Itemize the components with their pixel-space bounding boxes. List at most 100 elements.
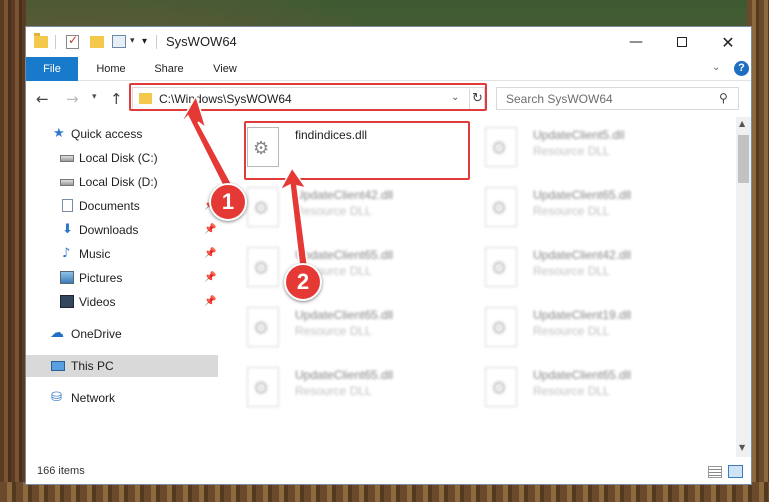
sidebar-item-documents[interactable]: Documents 📌 — [26, 195, 218, 217]
sidebar-item-label: OneDrive — [71, 327, 122, 341]
properties-icon[interactable] — [112, 35, 126, 48]
file-item[interactable]: UpdateClient65.dll Resource DLL — [459, 183, 689, 237]
tab-home[interactable]: Home — [86, 57, 136, 81]
file-type: Resource DLL — [533, 324, 610, 338]
sidebar-item-videos[interactable]: Videos 📌 — [26, 291, 218, 313]
tab-view[interactable]: View — [202, 57, 248, 81]
file-item[interactable]: UpdateClient65.dll Resource DLL — [459, 363, 689, 417]
dll-file-icon — [485, 367, 517, 407]
sidebar-item-network[interactable]: ⛁ Network — [26, 387, 218, 409]
dll-file-icon — [485, 187, 517, 227]
search-icon[interactable]: ⚲ — [719, 91, 728, 105]
pin-icon: 📌 — [204, 248, 217, 259]
expand-ribbon-chevron-icon[interactable]: ⌄ — [712, 62, 720, 73]
sidebar-item-label: Local Disk (C:) — [79, 151, 158, 165]
maximize-button[interactable] — [659, 27, 705, 57]
dll-file-icon — [247, 247, 279, 287]
search-placeholder: Search SysWOW64 — [506, 92, 613, 106]
file-type: Resource DLL — [295, 384, 372, 398]
customize-dropdown-icon[interactable]: ▾ — [130, 35, 135, 51]
sidebar-item-label: Pictures — [79, 271, 123, 285]
disk-icon — [60, 155, 74, 162]
search-input[interactable]: Search SysWOW64 ⚲ — [496, 87, 739, 110]
quick-access-toolbar-chevron-icon[interactable]: ▾ — [142, 36, 147, 52]
tab-share[interactable]: Share — [144, 57, 194, 81]
sidebar-item-label: This PC — [71, 359, 114, 373]
help-button[interactable]: ? — [734, 61, 749, 76]
file-name: UpdateClient5.dll — [533, 128, 625, 142]
file-item[interactable]: UpdateClient42.dll Resource DLL — [459, 243, 689, 297]
disk-icon — [60, 179, 74, 186]
file-type: Resource DLL — [533, 384, 610, 398]
properties-check-icon[interactable] — [66, 33, 79, 49]
file-type: Resource DLL — [295, 324, 372, 338]
dll-file-icon — [247, 367, 279, 407]
file-name: UpdateClient65.dll — [533, 368, 632, 382]
tab-file[interactable]: File — [26, 57, 78, 81]
toolbar-divider — [55, 35, 56, 49]
sidebar-item-quick-access[interactable]: ★ Quick access — [26, 123, 218, 145]
file-highlight-box — [244, 121, 470, 180]
file-name: UpdateClient19.dll — [533, 308, 632, 322]
scroll-up-icon[interactable]: ▲ — [739, 119, 745, 128]
pin-icon: 📌 — [204, 224, 217, 235]
background-left — [0, 0, 26, 502]
sidebar-item-local-disk-c[interactable]: Local Disk (C:) — [26, 147, 218, 169]
scroll-down-icon[interactable]: ▼ — [739, 443, 745, 452]
sidebar-item-label: Downloads — [79, 223, 139, 237]
sidebar-item-label: Quick access — [71, 127, 143, 141]
close-button[interactable]: ✕ — [705, 27, 751, 57]
music-icon: ♪ — [62, 246, 71, 261]
file-name: UpdateClient65.dll — [295, 248, 394, 262]
step-1-badge: 1 — [209, 183, 247, 221]
sidebar-item-this-pc[interactable]: This PC — [26, 355, 218, 377]
sidebar-item-onedrive[interactable]: ☁ OneDrive — [26, 323, 218, 345]
folder-icon — [34, 33, 48, 48]
network-icon: ⛁ — [51, 390, 62, 405]
file-item[interactable]: UpdateClient42.dll Resource DLL — [221, 183, 451, 237]
pin-icon: 📌 — [204, 272, 217, 283]
background-bottom — [0, 482, 769, 502]
file-type: Resource DLL — [533, 264, 610, 278]
large-icons-view-icon[interactable] — [728, 465, 743, 478]
scrollbar-thumb[interactable] — [738, 135, 749, 183]
up-arrow-icon[interactable]: ↑ — [110, 90, 123, 108]
file-item[interactable]: UpdateClient65.dll Resource DLL — [221, 243, 451, 297]
file-item[interactable]: UpdateClient19.dll Resource DLL — [459, 303, 689, 357]
sidebar-item-local-disk-d[interactable]: Local Disk (D:) — [26, 171, 218, 193]
documents-icon — [62, 199, 73, 212]
dll-file-icon — [247, 187, 279, 227]
recent-locations-chevron-icon[interactable]: ▾ — [92, 92, 97, 102]
file-item[interactable]: UpdateClient65.dll Resource DLL — [221, 303, 451, 357]
file-name: UpdateClient42.dll — [295, 188, 394, 202]
new-folder-icon[interactable] — [90, 36, 104, 48]
sidebar-item-label: Music — [79, 247, 111, 261]
sidebar-item-music[interactable]: ♪ Music 📌 — [26, 243, 218, 265]
file-item[interactable]: UpdateClient65.dll Resource DLL — [221, 363, 451, 417]
vertical-scrollbar[interactable]: ▲ ▼ — [736, 117, 751, 457]
toolbar-divider — [156, 35, 157, 49]
sidebar-item-label: Documents — [79, 199, 140, 213]
details-view-icon[interactable] — [708, 466, 722, 478]
sidebar-item-downloads[interactable]: ⬇ Downloads 📌 — [26, 219, 218, 241]
step-2-badge: 2 — [284, 263, 322, 301]
dll-file-icon — [485, 247, 517, 287]
file-name: UpdateClient42.dll — [533, 248, 632, 262]
item-count: 166 items — [37, 465, 85, 477]
download-icon: ⬇ — [62, 222, 73, 237]
onedrive-icon: ☁ — [50, 325, 64, 341]
dll-file-icon — [485, 127, 517, 167]
pictures-icon — [60, 271, 74, 284]
pc-icon — [51, 361, 65, 371]
file-type: Resource DLL — [295, 204, 372, 218]
videos-icon — [60, 295, 74, 308]
sidebar-item-label: Videos — [79, 295, 116, 309]
sidebar-item-pictures[interactable]: Pictures 📌 — [26, 267, 218, 289]
forward-arrow-icon[interactable]: → — [66, 90, 79, 108]
status-bar: 166 items — [26, 461, 751, 484]
minimize-button[interactable]: — — [613, 27, 659, 57]
file-item[interactable]: UpdateClient5.dll Resource DLL — [459, 123, 689, 177]
file-name: UpdateClient65.dll — [295, 368, 394, 382]
back-arrow-icon[interactable]: ← — [36, 90, 49, 108]
maximize-icon — [677, 37, 687, 47]
